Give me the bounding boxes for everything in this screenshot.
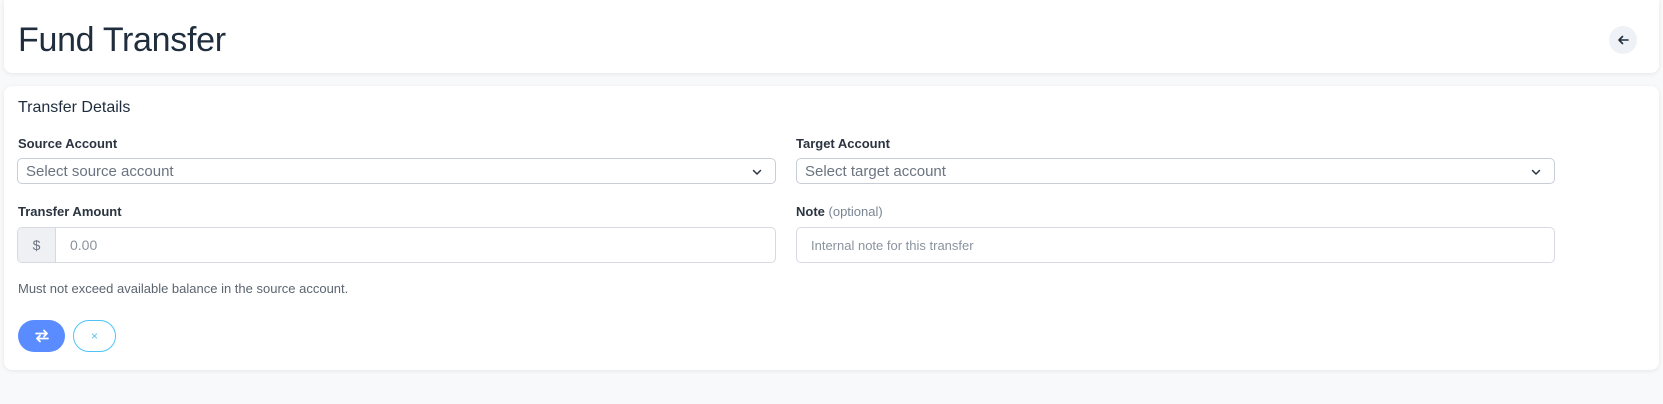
close-icon: × [90, 329, 98, 343]
note-label: Note (optional) [796, 204, 883, 220]
page-header: Fund Transfer [4, 0, 1659, 73]
back-button[interactable] [1609, 26, 1637, 54]
chevron-down-icon [1531, 169, 1541, 175]
section-title: Transfer Details [18, 99, 131, 116]
transfer-amount-input[interactable] [56, 228, 775, 262]
source-account-placeholder: Select source account [26, 162, 174, 180]
source-account-label: Source Account [18, 136, 118, 151]
transfer-arrows-icon [34, 329, 49, 343]
target-account-placeholder: Select target account [805, 162, 946, 180]
note-input[interactable] [796, 227, 1555, 263]
transfer-amount-group: $ [17, 227, 776, 263]
amount-help-text: Must not exceed available balance in the… [18, 281, 349, 296]
transfer-amount-label: Transfer Amount [18, 204, 122, 219]
submit-transfer-button[interactable] [18, 320, 65, 352]
arrow-left-icon [1618, 35, 1629, 45]
page-title: Fund Transfer [18, 21, 226, 59]
transfer-form-card: Transfer Details Source Account Select s… [4, 86, 1659, 370]
currency-addon: $ [18, 228, 56, 262]
cancel-button[interactable]: × [73, 320, 116, 352]
target-account-label: Target Account [796, 136, 890, 151]
chevron-down-icon [752, 169, 762, 175]
note-optional-label: (optional) [828, 204, 883, 219]
source-account-select[interactable]: Select source account [17, 158, 776, 184]
note-label-text: Note [796, 204, 825, 219]
target-account-select[interactable]: Select target account [796, 158, 1555, 184]
